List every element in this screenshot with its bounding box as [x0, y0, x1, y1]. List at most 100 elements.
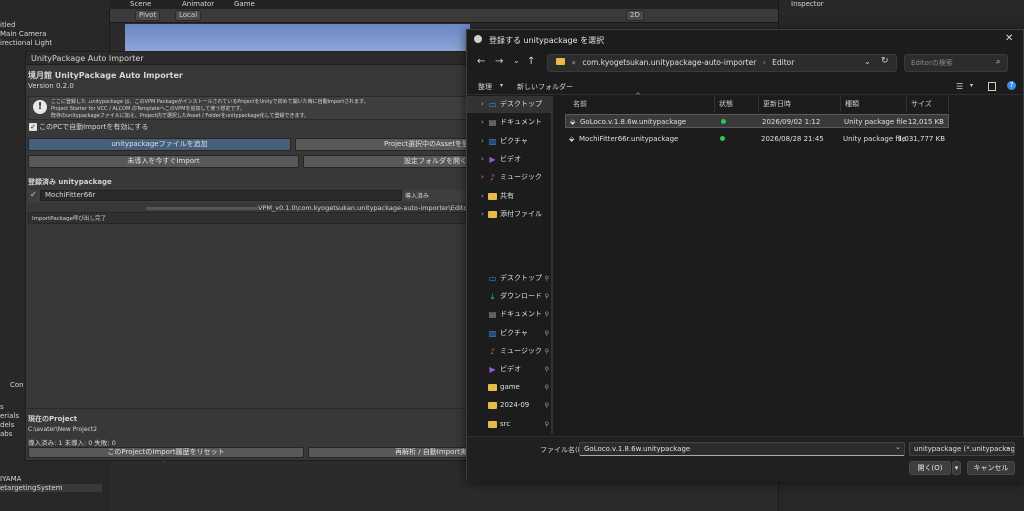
column-name[interactable]: 名前	[569, 96, 715, 112]
tab-animator[interactable]: Animator	[182, 0, 214, 8]
project-item[interactable]: abs	[0, 430, 12, 438]
nav-item[interactable]: ▶ ビデオ ⚲	[467, 361, 553, 378]
filename-input[interactable]: GoLoco.v.1.8.6w.unitypackage	[579, 442, 905, 456]
import-now-button[interactable]: 未導入を今すぐImport	[28, 155, 299, 168]
close-icon[interactable]: ✕	[1005, 33, 1013, 44]
file-name: GoLoco.v.1.8.6w.unitypackage	[580, 118, 687, 126]
cancel-button[interactable]: キャンセル	[967, 461, 1015, 475]
music-icon: ♪	[489, 173, 496, 183]
chevron-right-icon[interactable]: ›	[481, 206, 484, 223]
tab-console[interactable]: Con	[10, 381, 24, 389]
up-icon[interactable]: ↑	[527, 56, 535, 67]
chevron-down-icon[interactable]: ⌄	[895, 443, 901, 451]
column-size[interactable]: サイズ	[907, 96, 949, 112]
chevron-right-icon[interactable]: ›	[481, 114, 484, 131]
new-folder-button[interactable]: 新しいフォルダー	[517, 82, 573, 92]
file-row[interactable]: ⬙ GoLoco.v.1.8.6w.unitypackage 2026/09/0…	[565, 114, 949, 128]
nav-item[interactable]: ♪ ミュージック ⚲	[467, 343, 553, 360]
chevron-right-icon[interactable]: ›	[481, 96, 484, 113]
preview-pane-icon[interactable]	[988, 82, 996, 91]
organize-button[interactable]: 整理	[478, 82, 492, 92]
nav-item[interactable]: › ♪ ミュージック	[467, 169, 553, 186]
tab-scene[interactable]: Scene	[130, 0, 151, 8]
tab-game[interactable]: Game	[234, 0, 255, 8]
back-icon[interactable]: ←	[477, 56, 485, 67]
nav-item[interactable]: ▨ ピクチャ ⚲	[467, 325, 553, 342]
registered-row: ✓ MochiFitter66r 導入済み	[28, 190, 468, 202]
nav-item[interactable]: game ⚲	[467, 379, 553, 396]
column-modified[interactable]: 更新日時	[759, 96, 841, 112]
project-item[interactable]: dels	[0, 421, 14, 429]
open-button[interactable]: 開く(O)	[909, 461, 951, 475]
chevron-down-icon[interactable]: ⌄	[864, 57, 871, 66]
project-item[interactable]: s	[0, 403, 4, 411]
auto-import-checkbox[interactable]: ✓	[29, 123, 37, 131]
chevron-right-icon[interactable]: ›	[481, 169, 484, 186]
search-input[interactable]: Editorの検索	[904, 54, 1008, 72]
pin-icon: ⚲	[544, 384, 549, 392]
videos-icon: ▶	[489, 365, 496, 374]
scene-skybox	[125, 24, 470, 51]
pin-icon: ⚲	[544, 329, 549, 337]
hierarchy-item[interactable]: Main Camera	[0, 30, 46, 38]
hierarchy-item[interactable]: irectional Light	[0, 39, 52, 47]
pivot-button[interactable]: Pivot	[135, 10, 161, 21]
project-item[interactable]: IYAMA	[0, 475, 21, 483]
nav-item[interactable]: › 共有	[467, 188, 553, 205]
rescan-button[interactable]: 再解析 / 自動Import実行	[308, 447, 469, 458]
chevron-down-icon[interactable]: ▾	[970, 82, 973, 89]
help-icon[interactable]: ?	[1007, 81, 1016, 90]
file-modified: 2026/08/28 21:45	[761, 135, 824, 143]
nav-item-label: ピクチャ	[500, 328, 528, 337]
nav-item[interactable]: › ▨ ピクチャ	[467, 133, 553, 150]
file-row[interactable]: ⬙ MochiFitter66r.unitypackage 2026/08/28…	[565, 132, 949, 146]
local-button[interactable]: Local	[175, 10, 202, 21]
file-type-filter[interactable]: unitypackage (*.unitypackage)	[909, 442, 1015, 456]
current-project-label: 現在のProject	[28, 415, 78, 423]
nav-item[interactable]: 2024-09 ⚲	[467, 397, 553, 414]
chevron-right-icon[interactable]: ›	[481, 188, 484, 205]
hierarchy-item[interactable]: itled	[0, 21, 15, 29]
address-bar[interactable]: « com.kyogetsukan.unitypackage-auto-impo…	[547, 54, 897, 72]
project-item[interactable]: erials	[0, 412, 19, 420]
tab-inspector[interactable]: Inspector	[791, 0, 824, 8]
auto-import-label: このPCで自動Importを有効にする	[39, 123, 149, 131]
nav-item[interactable]: › ▭ デスクトップ	[467, 96, 553, 113]
view-icon[interactable]: ☰	[956, 82, 963, 91]
register-selected-button[interactable]: Project選択中のAssetを登録	[295, 138, 469, 151]
chevron-down-icon[interactable]: ⌄	[513, 56, 520, 65]
open-options-chevron[interactable]: ▾	[952, 461, 961, 475]
registered-checkbox[interactable]: ✓	[30, 191, 38, 199]
forward-icon[interactable]: →	[495, 56, 503, 67]
reset-history-button[interactable]: このProjectのImport履歴をリセット	[28, 447, 304, 458]
open-settings-button[interactable]: 設定フォルダを開く	[303, 155, 469, 168]
file-dialog: 登録する unitypackage を選択 ✕ ← → ⌄ ↑ « com.ky…	[466, 29, 1024, 482]
address-root: «	[571, 58, 576, 67]
refresh-icon[interactable]: ↻	[881, 56, 889, 66]
project-item[interactable]: etargetingSystem	[0, 484, 102, 492]
pin-icon: ⚲	[544, 347, 549, 355]
chevron-down-icon[interactable]: ▾	[500, 82, 503, 89]
2d-toggle[interactable]: 2D	[626, 10, 644, 21]
nav-item[interactable]: ▭ デスクトップ ⚲	[467, 270, 553, 287]
add-file-button[interactable]: unitypackageファイルを追加	[28, 138, 291, 151]
registered-item-field[interactable]: MochiFitter66r	[40, 190, 402, 201]
chevron-down-icon[interactable]: ⌄	[1005, 443, 1011, 451]
nav-item[interactable]: ⤓ ダウンロード ⚲	[467, 288, 553, 305]
column-status[interactable]: 状態	[715, 96, 759, 112]
nav-item[interactable]: › ▤ ドキュメント	[467, 114, 553, 131]
nav-item[interactable]: › ▶ ビデオ	[467, 151, 553, 168]
pin-icon: ⚲	[544, 420, 549, 428]
nav-scrollbar[interactable]	[551, 100, 553, 434]
importer-window: UnityPackage Auto Importer 境月館 UnityPack…	[25, 51, 471, 461]
chevron-right-icon[interactable]: ›	[481, 151, 484, 168]
imported-badge: 導入済み	[405, 193, 430, 200]
nav-item[interactable]: › 添付ファイル	[467, 206, 553, 223]
file-dialog-title: 登録する unitypackage を選択	[489, 36, 605, 45]
nav-item[interactable]: ▤ ドキュメント ⚲	[467, 306, 553, 323]
folder-icon	[488, 384, 497, 392]
project-path: C:\avater\New Project2	[28, 426, 98, 433]
chevron-right-icon[interactable]: ›	[481, 133, 484, 150]
column-type[interactable]: 種類	[841, 96, 907, 112]
nav-item[interactable]: src ⚲	[467, 416, 553, 433]
